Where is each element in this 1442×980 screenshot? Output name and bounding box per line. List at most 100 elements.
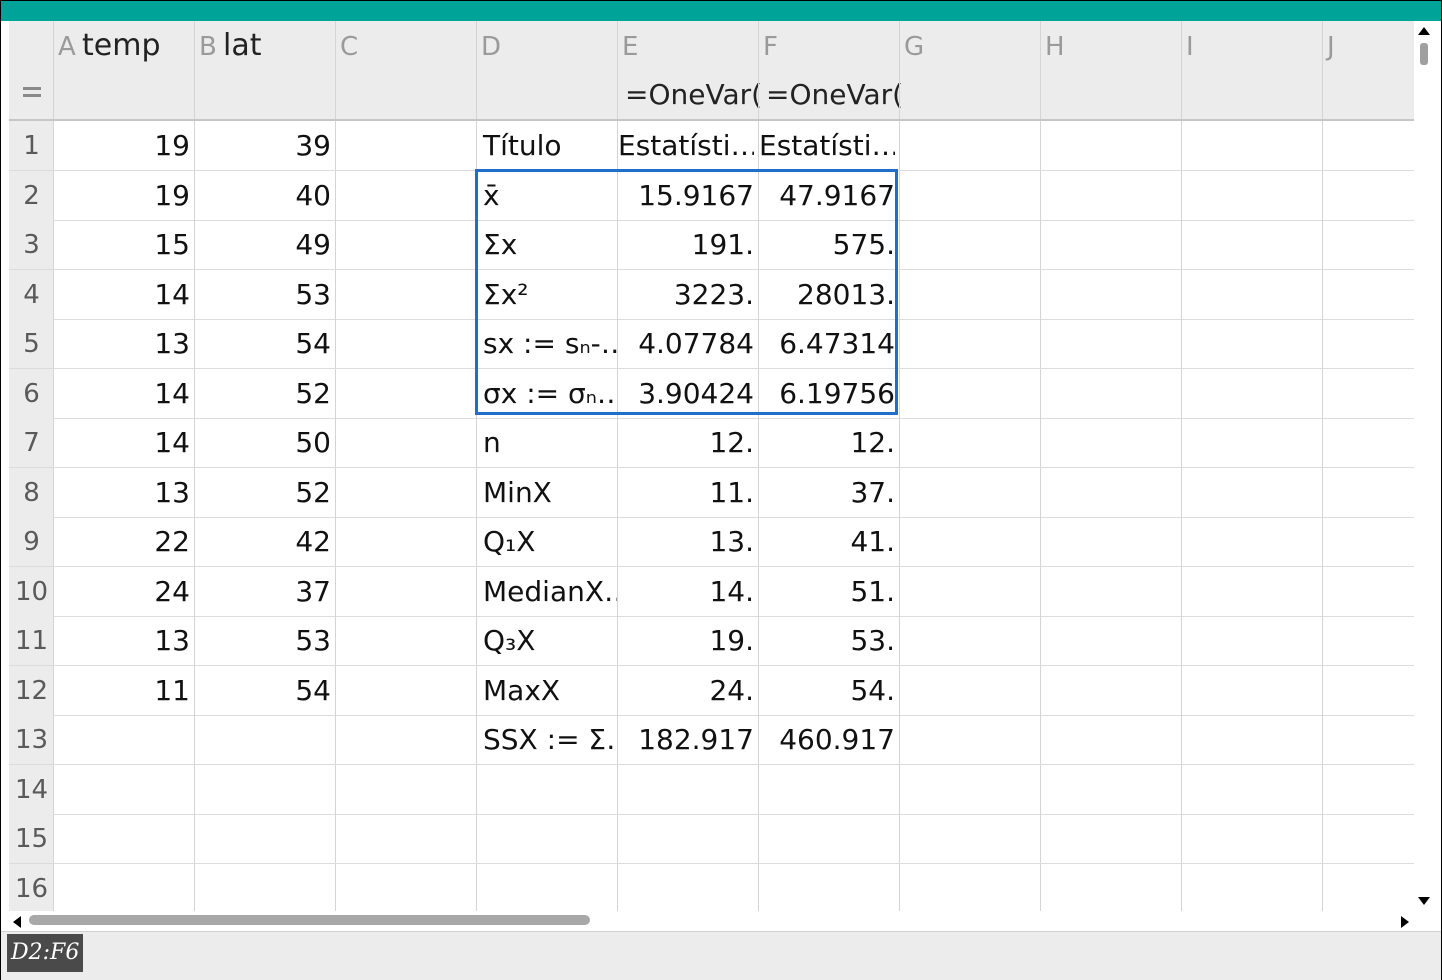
cell-C5[interactable] xyxy=(336,319,472,368)
cell-G12[interactable] xyxy=(900,666,1036,715)
cell-H14[interactable] xyxy=(1041,765,1177,814)
cell-A9[interactable]: 22 xyxy=(54,517,190,566)
cell-I4[interactable] xyxy=(1182,270,1318,319)
cell-E2[interactable]: 15.9167 xyxy=(618,171,754,220)
cell-A5[interactable]: 13 xyxy=(54,319,190,368)
cell-B8[interactable]: 52 xyxy=(195,468,331,517)
row-header[interactable]: 6 xyxy=(9,369,54,418)
row-header[interactable]: 3 xyxy=(9,220,54,269)
row-header[interactable]: 13 xyxy=(9,715,54,764)
cell-G10[interactable] xyxy=(900,567,1036,616)
cell-E7[interactable]: 12. xyxy=(618,418,754,467)
cell-C3[interactable] xyxy=(336,220,472,269)
column-header-H[interactable]: H xyxy=(1041,21,1182,71)
cell-G15[interactable] xyxy=(900,814,1036,863)
cell-F12[interactable]: 54. xyxy=(759,666,895,715)
cell-H11[interactable] xyxy=(1041,616,1177,665)
cell-F8[interactable]: 37. xyxy=(759,468,895,517)
cell-H4[interactable] xyxy=(1041,270,1177,319)
cell-H2[interactable] xyxy=(1041,171,1177,220)
cell-E14[interactable] xyxy=(618,765,754,814)
cell-D11[interactable]: Q₃X xyxy=(477,616,618,665)
cell-E8[interactable]: 11. xyxy=(618,468,754,517)
cell-A3[interactable]: 15 xyxy=(54,220,190,269)
cell-B9[interactable]: 42 xyxy=(195,517,331,566)
cell-G13[interactable] xyxy=(900,715,1036,764)
horizontal-scroll-thumb[interactable] xyxy=(29,915,590,925)
cell-F14[interactable] xyxy=(759,765,895,814)
cell-D8[interactable]: MinX xyxy=(477,468,618,517)
column-header-G[interactable]: G xyxy=(900,21,1041,71)
cell-E15[interactable] xyxy=(618,814,754,863)
cell-B1[interactable]: 39 xyxy=(195,121,331,170)
row-header[interactable]: 16 xyxy=(9,864,54,911)
scroll-left-icon[interactable] xyxy=(13,916,21,928)
row-header[interactable]: 11 xyxy=(9,616,54,665)
cell-G1[interactable] xyxy=(900,121,1036,170)
cell-B2[interactable]: 40 xyxy=(195,171,331,220)
cell-D4[interactable]: Σx² xyxy=(477,270,618,319)
cell-J15[interactable] xyxy=(1323,814,1414,863)
row-header[interactable]: 4 xyxy=(9,270,54,319)
cell-G8[interactable] xyxy=(900,468,1036,517)
cell-F1[interactable]: Estatísti… xyxy=(759,121,895,170)
cell-F4[interactable]: 28013. xyxy=(759,270,895,319)
cell-H10[interactable] xyxy=(1041,567,1177,616)
cell-D16[interactable] xyxy=(477,864,618,911)
cell-G4[interactable] xyxy=(900,270,1036,319)
cell-B16[interactable] xyxy=(195,864,331,911)
cell-B11[interactable]: 53 xyxy=(195,616,331,665)
cell-F6[interactable]: 6.19756 xyxy=(759,369,895,418)
cell-G6[interactable] xyxy=(900,369,1036,418)
cell-A6[interactable]: 14 xyxy=(54,369,190,418)
column-header-B[interactable]: Blat xyxy=(195,21,336,71)
cell-C16[interactable] xyxy=(336,864,472,911)
cell-I2[interactable] xyxy=(1182,171,1318,220)
cell-C7[interactable] xyxy=(336,418,472,467)
cell-H13[interactable] xyxy=(1041,715,1177,764)
cell-E1[interactable]: Estatísti… xyxy=(618,121,754,170)
column-header-F[interactable]: F xyxy=(759,21,900,71)
cell-I8[interactable] xyxy=(1182,468,1318,517)
cell-J9[interactable] xyxy=(1323,517,1414,566)
cell-C2[interactable] xyxy=(336,171,472,220)
cell-G2[interactable] xyxy=(900,171,1036,220)
row-header[interactable]: 7 xyxy=(9,418,54,467)
cell-D10[interactable]: MedianX… xyxy=(477,567,618,616)
cell-F5[interactable]: 6.47314 xyxy=(759,319,895,368)
row-header[interactable]: 2 xyxy=(9,171,54,220)
cell-H7[interactable] xyxy=(1041,418,1177,467)
cell-I6[interactable] xyxy=(1182,369,1318,418)
cell-G3[interactable] xyxy=(900,220,1036,269)
row-header[interactable]: 5 xyxy=(9,319,54,368)
cell-D12[interactable]: MaxX xyxy=(477,666,618,715)
cell-D14[interactable] xyxy=(477,765,618,814)
cell-E10[interactable]: 14. xyxy=(618,567,754,616)
cell-A10[interactable]: 24 xyxy=(54,567,190,616)
cell-J3[interactable] xyxy=(1323,220,1414,269)
cell-C14[interactable] xyxy=(336,765,472,814)
column-header-D[interactable]: D xyxy=(477,21,618,71)
cell-C10[interactable] xyxy=(336,567,472,616)
cell-I1[interactable] xyxy=(1182,121,1318,170)
cell-A15[interactable] xyxy=(54,814,190,863)
cell-B7[interactable]: 50 xyxy=(195,418,331,467)
cell-B10[interactable]: 37 xyxy=(195,567,331,616)
row-header[interactable]: 12 xyxy=(9,666,54,715)
cell-F9[interactable]: 41. xyxy=(759,517,895,566)
cell-H9[interactable] xyxy=(1041,517,1177,566)
cell-C15[interactable] xyxy=(336,814,472,863)
cell-J13[interactable] xyxy=(1323,715,1414,764)
cell-D1[interactable]: Título xyxy=(477,121,618,170)
cell-H6[interactable] xyxy=(1041,369,1177,418)
cell-E12[interactable]: 24. xyxy=(618,666,754,715)
formula-cell-F[interactable]: =OneVar( xyxy=(766,77,903,113)
equals-menu-icon[interactable] xyxy=(23,87,41,103)
column-header-I[interactable]: I xyxy=(1182,21,1323,71)
cell-C11[interactable] xyxy=(336,616,472,665)
cell-B5[interactable]: 54 xyxy=(195,319,331,368)
cell-A8[interactable]: 13 xyxy=(54,468,190,517)
cell-H16[interactable] xyxy=(1041,864,1177,911)
cell-J12[interactable] xyxy=(1323,666,1414,715)
cell-J7[interactable] xyxy=(1323,418,1414,467)
